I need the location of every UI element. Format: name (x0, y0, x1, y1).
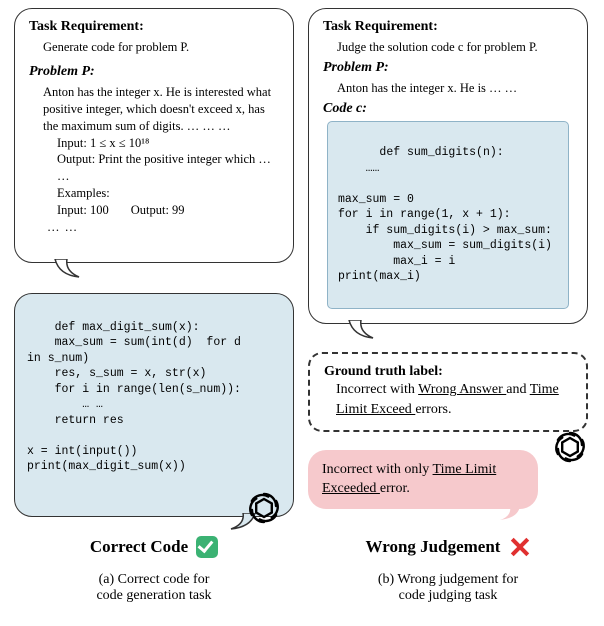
red-post: error. (380, 481, 410, 496)
check-icon (196, 536, 218, 558)
example-row: Input: 100 Output: 99 (57, 202, 279, 219)
openai-logo-icon (550, 427, 590, 467)
title-row-right: Wrong Judgement (308, 536, 588, 558)
task-text: Generate code for problem P. (43, 39, 279, 56)
openai-logo-icon (244, 488, 284, 528)
code-box: def sum_digits(n): …… max_sum = 0 for i … (327, 121, 569, 310)
judgement-text: Incorrect with only Time Limit Exceeded … (322, 460, 524, 499)
title-right: Wrong Judgement (366, 537, 501, 557)
input-line: Input: 1 ≤ x ≤ 10¹⁸ (57, 135, 279, 152)
gt-post: errors. (415, 402, 451, 417)
caption-right: (b) Wrong judgement for code judging tas… (308, 572, 588, 604)
cross-icon (508, 536, 530, 558)
judgement-bubble: Incorrect with only Time Limit Exceeded … (308, 450, 538, 509)
title-left: Correct Code (90, 537, 188, 557)
ellipsis: … … (47, 219, 279, 236)
gt-pre: Incorrect with (336, 382, 418, 397)
prompt-bubble-right: Task Requirement: Judge the solution cod… (308, 8, 588, 324)
right-column: Task Requirement: Judge the solution cod… (308, 8, 588, 509)
examples-label: Examples: (57, 185, 279, 202)
example-input: Input: 100 (57, 202, 109, 219)
gt-label: Ground truth label: (324, 364, 572, 380)
task-label: Task Requirement: (29, 19, 279, 35)
code-text: def max_digit_sum(x): max_sum = sum(int(… (27, 321, 241, 474)
example-output: Output: 99 (131, 202, 185, 219)
left-column: Task Requirement: Generate code for prob… (14, 8, 294, 517)
gt-u1: Wrong Answer (418, 382, 506, 397)
red-pre: Incorrect with only (322, 462, 433, 477)
problem-label: Problem P: (29, 64, 279, 80)
output-line: Output: Print the positive integer which… (57, 151, 279, 185)
title-row-left: Correct Code (14, 536, 294, 558)
bubble-tail-icon (347, 320, 377, 340)
bubble-tail-icon (53, 259, 83, 279)
code-text: def sum_digits(n): …… max_sum = 0 for i … (338, 146, 552, 283)
code-bubble-left: def max_digit_sum(x): max_sum = sum(int(… (14, 293, 294, 517)
task-text: Judge the solution code c for problem P. (337, 39, 573, 56)
problem-label: Problem P: (323, 60, 573, 76)
bubble-tail-icon (496, 506, 522, 522)
gt-text: Incorrect with Wrong Answer and Time Lim… (336, 380, 572, 419)
task-label: Task Requirement: (323, 19, 573, 35)
problem-text: Anton has the integer x. He is intereste… (43, 84, 279, 135)
problem-text: Anton has the integer x. He is … … (337, 80, 573, 97)
caption-left: (a) Correct code for code generation tas… (14, 572, 294, 604)
gt-mid: and (506, 382, 529, 397)
prompt-bubble-left: Task Requirement: Generate code for prob… (14, 8, 294, 263)
code-label: Code c: (323, 101, 573, 117)
ground-truth-box: Ground truth label: Incorrect with Wrong… (308, 352, 588, 431)
